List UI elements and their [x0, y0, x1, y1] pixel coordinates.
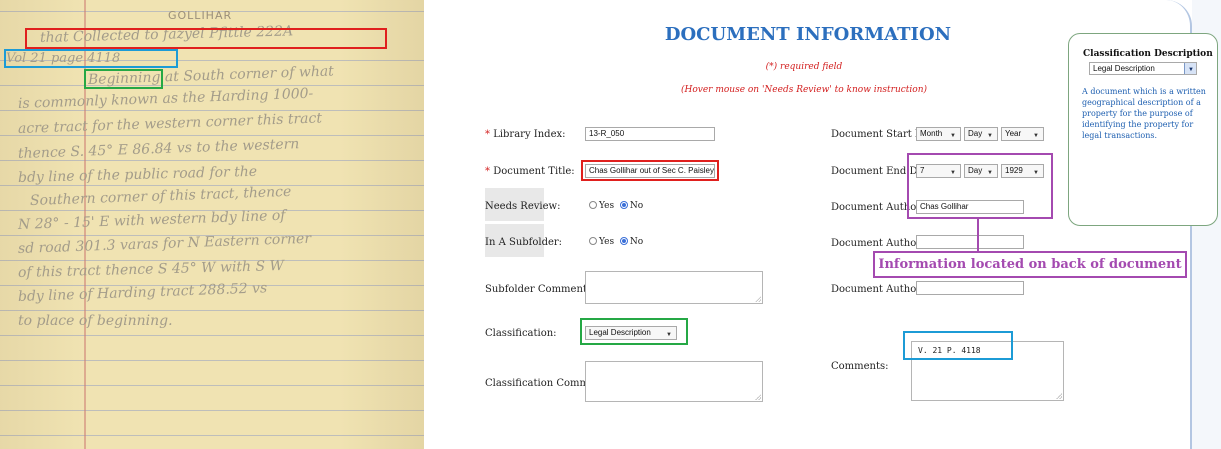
- purple-highlight-box-date-author: [907, 153, 1053, 219]
- classification-description-card: Classification Description Legal Descrip…: [1068, 33, 1218, 226]
- library-index-label: * Library Index:: [485, 129, 566, 140]
- classification-description-text: A document which is a written geographic…: [1082, 87, 1206, 140]
- document-title-label-text: Document Title:: [493, 166, 575, 177]
- classification-comments-textarea[interactable]: [585, 361, 763, 402]
- in-subfolder-no-radio[interactable]: [619, 237, 628, 245]
- chevron-down-icon: ▼: [1033, 133, 1039, 139]
- comments-label: Comments:: [831, 361, 889, 372]
- library-index-label-text: Library Index:: [493, 129, 566, 140]
- blue-highlight-box-comments: [903, 331, 1013, 360]
- document-title-label: * Document Title:: [485, 166, 575, 177]
- scanned-document-image: GOLLIHAR that Collected to fazyel Pfittl…: [0, 0, 424, 449]
- start-day-value: Day: [968, 129, 983, 138]
- start-month-select[interactable]: Month ▼: [916, 127, 961, 141]
- document-header-name: GOLLIHAR: [168, 9, 233, 22]
- author2-input[interactable]: [916, 235, 1024, 249]
- start-day-select[interactable]: Day ▼: [964, 127, 998, 141]
- back-of-document-callout: Information located on back of document: [873, 251, 1187, 278]
- chevron-down-icon: ▼: [987, 133, 993, 139]
- needs-review-label[interactable]: Needs Review:: [485, 201, 560, 212]
- required-mark: *: [485, 129, 490, 140]
- green-highlight-box-classification: [580, 318, 688, 345]
- in-subfolder-yes-label: Yes: [599, 237, 615, 247]
- chevron-down-icon: ▼: [1188, 67, 1194, 73]
- in-subfolder-yes-radio[interactable]: [589, 237, 597, 245]
- needs-review-yes-radio[interactable]: [589, 201, 597, 209]
- author3-input[interactable]: [916, 281, 1024, 295]
- in-subfolder-no-label: No: [629, 237, 644, 247]
- required-mark: *: [485, 166, 490, 177]
- in-subfolder-radio-group: Yes No: [589, 237, 643, 247]
- needs-review-yes-label: Yes: [599, 201, 615, 211]
- red-highlight-box-title: [25, 28, 387, 49]
- green-highlight-box-beginning: [84, 69, 163, 89]
- dropdown-button[interactable]: ▼: [1184, 63, 1196, 74]
- in-subfolder-label: In A Subfolder:: [485, 237, 563, 248]
- card-classification-select[interactable]: Legal Description ▼: [1089, 62, 1197, 75]
- card-title: Classification Description: [1083, 49, 1213, 59]
- start-month-value: Month: [920, 129, 943, 138]
- handwritten-line-13: to place of beginning.: [18, 313, 173, 329]
- resize-grip-icon[interactable]: [755, 394, 761, 400]
- callout-connector-line: [977, 219, 979, 251]
- library-index-input[interactable]: 13-R_050: [585, 127, 715, 141]
- subfolder-comments-label: Subfolder Comments:: [485, 284, 596, 295]
- needs-review-radio-group: Yes No: [589, 201, 643, 211]
- resize-grip-icon[interactable]: [755, 296, 761, 302]
- subfolder-comments-textarea[interactable]: [585, 271, 763, 304]
- needs-review-no-radio[interactable]: [619, 201, 628, 209]
- blue-highlight-box-volume: [4, 49, 178, 68]
- resize-grip-icon[interactable]: [1056, 393, 1062, 399]
- start-year-value: Year: [1005, 129, 1022, 138]
- classification-label: Classification:: [485, 328, 557, 339]
- needs-review-no-label: No: [629, 201, 644, 211]
- red-highlight-box-document-title: [581, 160, 719, 181]
- start-year-select[interactable]: Year ▼: [1001, 127, 1044, 141]
- chevron-down-icon: ▼: [950, 133, 956, 139]
- card-selected-value: Legal Description: [1093, 64, 1155, 73]
